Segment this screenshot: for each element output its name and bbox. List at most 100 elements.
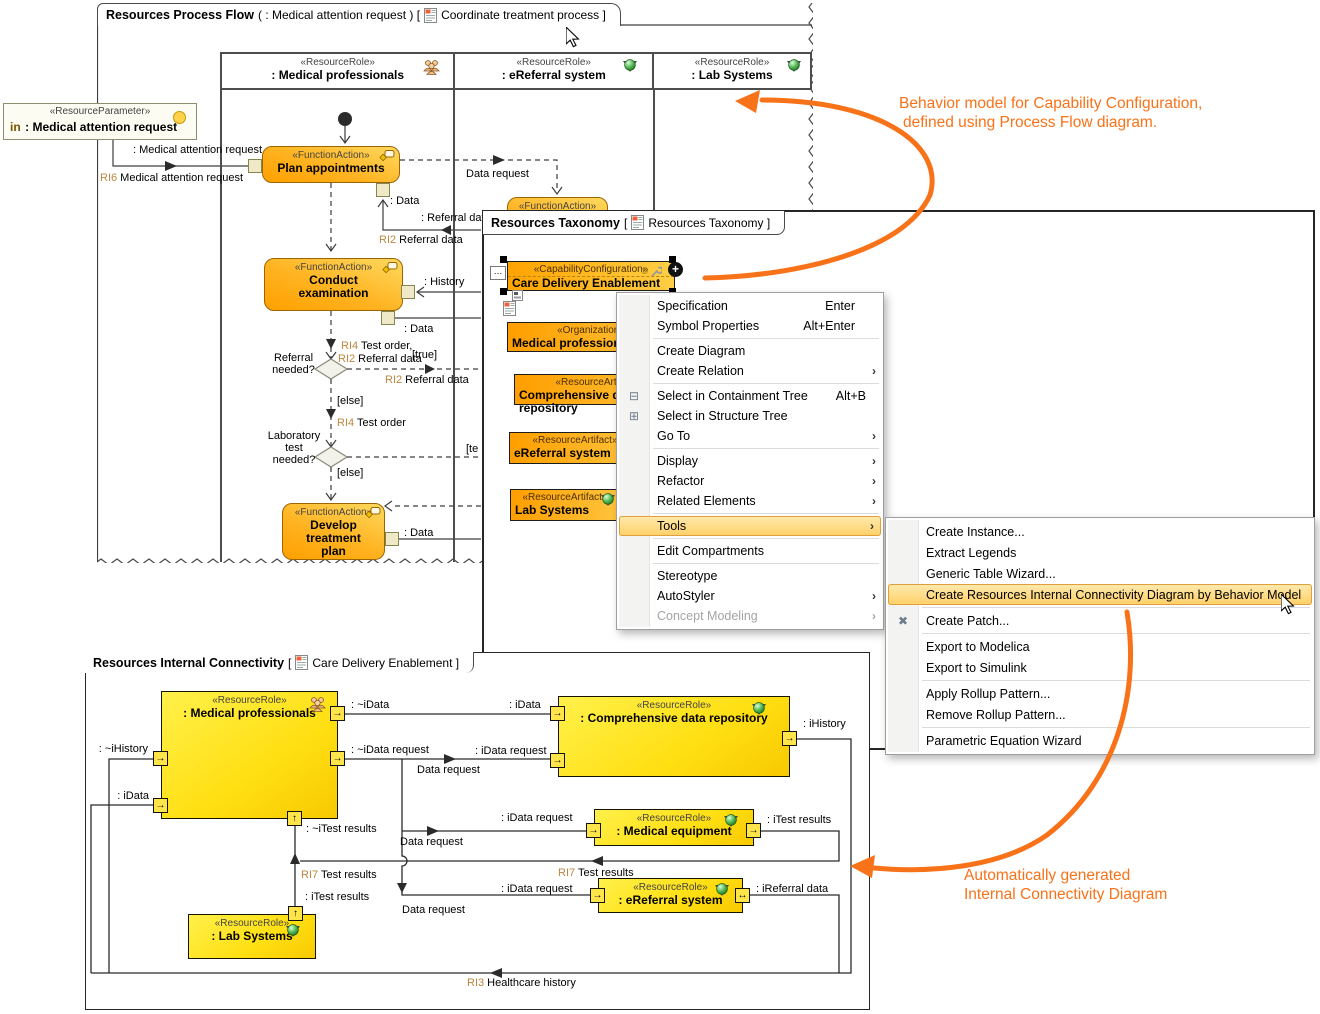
menu-separator (653, 383, 879, 384)
port-out-idata[interactable]: → (330, 706, 345, 721)
menu-separator (922, 727, 1310, 728)
block-lab-systems[interactable]: «ResourceArtifact» Lab Systems (510, 489, 620, 521)
menu-item[interactable]: Parametric Equation Wizard (886, 730, 1314, 751)
lane-ereferral-system[interactable]: «ResourceRole» : eReferral system (455, 54, 655, 88)
diagram-title: Resources Process Flow (106, 8, 254, 22)
port-out-idata-request[interactable]: → (330, 751, 345, 766)
input-pin[interactable] (248, 159, 262, 173)
block-ereferral-system[interactable]: «ResourceRole» : eReferral system (598, 878, 743, 913)
port-in-itest-results[interactable]: ↑ (287, 811, 302, 826)
menu-item[interactable]: Stereotype (617, 566, 883, 586)
action-plan-appointments[interactable]: «FunctionAction» Plan appointments (262, 146, 400, 183)
menu-item[interactable]: ✖ Create Patch... (886, 610, 1314, 631)
submenu-arrow-icon: › (872, 454, 876, 468)
menu-item[interactable]: Apply Rollup Pattern... (886, 683, 1314, 704)
annotation-behavior-model: Behavior model for Capability Configurat… (899, 95, 1203, 131)
block-care-delivery-enablement[interactable]: «CapabilityConfiguration» Care Delivery … (507, 261, 675, 291)
menu-item[interactable]: Extract Legends (886, 542, 1314, 563)
menu-item[interactable]: Remove Rollup Pattern... (886, 704, 1314, 725)
menu-item[interactable]: Refactor › (617, 471, 883, 491)
output-pin[interactable] (376, 183, 390, 197)
port-cdr-ihistory[interactable]: → (782, 731, 797, 746)
people-icon (309, 697, 326, 712)
guard-label: [else] (337, 395, 364, 407)
menu-item[interactable]: Create Diagram (617, 341, 883, 361)
menu-item[interactable]: Symbol Properties Alt+Enter (617, 316, 883, 336)
output-pin[interactable] (385, 532, 399, 546)
menu-item[interactable]: Create Relation › (617, 361, 883, 381)
flow-label: RI4 Test order (337, 417, 406, 429)
port-in-ihistory[interactable]: → (153, 751, 168, 766)
flow-label: Data request (466, 168, 529, 180)
internal-connectivity-tab[interactable]: Resources Internal Connectivity [ Care D… (85, 652, 475, 673)
menu-item[interactable]: AutoStyler › (617, 586, 883, 606)
menu-separator (922, 607, 1310, 608)
lane-name: : Medical professionals (271, 68, 405, 82)
action-develop-treatment-plan[interactable]: «FunctionAction» Develop treatment plan (282, 503, 385, 560)
action-conduct-examination[interactable]: «FunctionAction» Conduct examination (264, 258, 403, 311)
port-label: : iTest results (767, 814, 832, 826)
input-pin[interactable] (401, 285, 415, 299)
menu-separator (653, 563, 879, 564)
mouse-cursor (1281, 594, 1294, 615)
output-pin[interactable] (381, 311, 395, 325)
add-icon[interactable]: + (668, 262, 683, 277)
flow-label: RI4 Test order, (341, 340, 413, 352)
port-cdr-idata-request[interactable]: → (550, 753, 565, 768)
flow-label: : History (424, 276, 465, 288)
resource-ball-icon (723, 814, 739, 828)
menu-item[interactable]: ⊟ Select in Containment Tree Alt+B (617, 386, 883, 406)
menu-item[interactable]: Export to Simulink (886, 657, 1314, 678)
block-name: Care Delivery Enablement (508, 276, 674, 290)
flow-label: RI2 Referral data (379, 234, 463, 246)
port-me-idata-request[interactable]: → (586, 823, 601, 838)
resource-parameter-box[interactable]: «ResourceParameter» in : Medical attenti… (3, 103, 197, 140)
menu-item[interactable]: Specification Enter (617, 296, 883, 316)
action-name: Plan appointments (277, 161, 385, 175)
flow-label: RI2 Referral data (338, 353, 422, 365)
selection-handle[interactable] (500, 288, 507, 295)
menu-item[interactable]: Tools › (619, 516, 881, 536)
block-medical-equipment[interactable]: «ResourceRole» : Medical equipment (594, 809, 754, 846)
menu-item[interactable]: Go To › (617, 426, 883, 446)
selection-handle[interactable] (500, 256, 507, 263)
lane-lab-systems[interactable]: «ResourceRole» : Lab Systems (654, 54, 810, 88)
menu-item[interactable]: Concept Modeling › (617, 606, 883, 626)
wrench-icon (651, 266, 662, 277)
flow-label: : Data (404, 323, 434, 335)
menu-item[interactable]: Edit Compartments (617, 541, 883, 561)
lane-medical-professionals[interactable]: «ResourceRole» : Medical professionals (222, 54, 456, 88)
internal-connectivity-window[interactable]: «ResourceRole» : Medical professionals «… (85, 652, 870, 1010)
flow-label: Referral needed? (272, 352, 315, 376)
process-flow-tab[interactable]: Resources Process Flow ( : Medical atten… (97, 3, 621, 26)
structure-tree-icon: ⊞ (628, 409, 640, 423)
menu-item[interactable]: Create Instance... (886, 521, 1314, 542)
lane-border (453, 90, 455, 562)
menu-item[interactable]: Export to Modelica (886, 636, 1314, 657)
menu-item[interactable]: ⊞ Select in Structure Tree (617, 406, 883, 426)
block-medical-professionals[interactable]: «ResourceRole» : Medical professionals (161, 691, 338, 819)
menu-item[interactable]: Related Elements › (617, 491, 883, 511)
taxonomy-tab[interactable]: Resources Taxonomy [ Resources Taxonomy … (483, 211, 786, 235)
flow-label: RI6 Medical attention request (100, 172, 244, 184)
port-ls-itest-results[interactable]: ↑ (288, 906, 303, 921)
submenu-arrow-icon: › (872, 364, 876, 378)
menu-item[interactable]: Generic Table Wizard... (886, 563, 1314, 584)
diagram-context: [ (623, 215, 628, 230)
resource-ball-icon (600, 493, 616, 507)
menu-item[interactable]: Create Resources Internal Connectivity D… (888, 584, 1312, 605)
port-me-itest-results[interactable]: → (746, 823, 761, 838)
port-cdr-idata[interactable]: → (550, 706, 565, 721)
connector-label: Data request (402, 904, 465, 916)
diagram-icon (424, 7, 438, 23)
port-er-ireferral-data[interactable]: ↔ (735, 888, 750, 903)
diagram-badge-icon[interactable] (503, 301, 518, 318)
menu-item[interactable]: Display › (617, 451, 883, 471)
diagram-context: ( : Medical attention request ) [ (257, 8, 421, 22)
port-in-idata[interactable]: → (153, 798, 168, 813)
flow-label: : Medical attention request (133, 144, 263, 156)
more-handle-icon[interactable]: … (490, 266, 506, 280)
port-er-idata-request[interactable]: → (590, 888, 605, 903)
block-comprehensive-data-repository[interactable]: «ResourceRole» : Comprehensive data repo… (558, 696, 790, 777)
submenu-arrow-icon: › (872, 474, 876, 488)
